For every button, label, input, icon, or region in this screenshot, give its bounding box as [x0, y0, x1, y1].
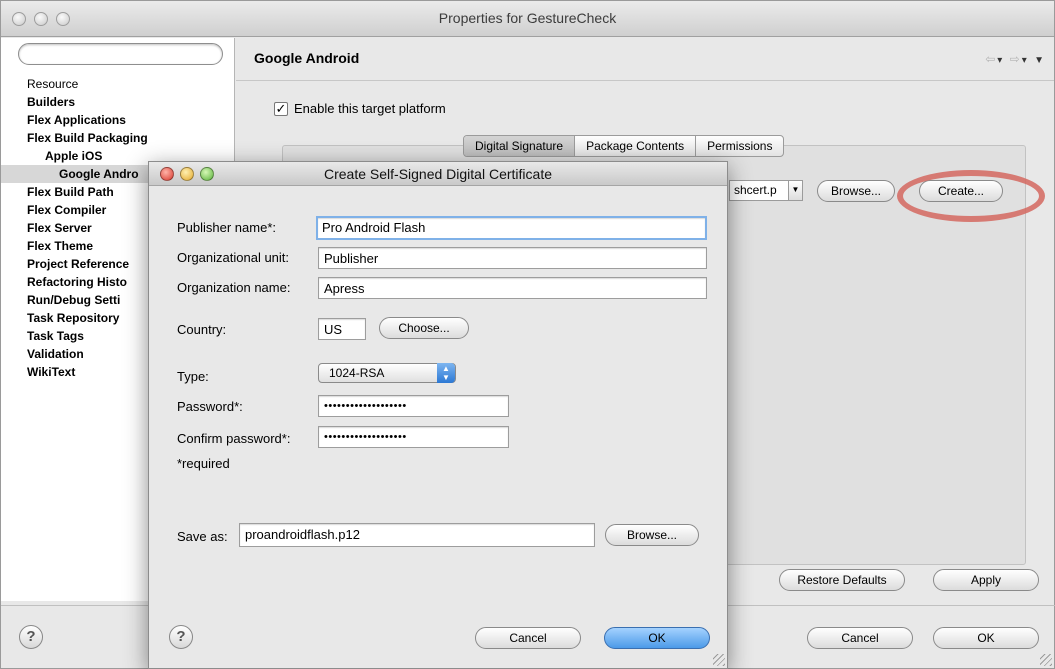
country-field[interactable]: US — [318, 318, 366, 340]
page-title: Google Android — [254, 50, 360, 66]
restore-defaults-button[interactable]: Restore Defaults — [779, 569, 905, 591]
tree-item-builders[interactable]: Builders — [27, 93, 232, 111]
cancel-button[interactable]: Cancel — [807, 627, 913, 649]
create-certificate-dialog: Create Self-Signed Digital Certificate P… — [148, 161, 728, 669]
organizational-unit-field[interactable]: Publisher — [318, 247, 707, 269]
select-stepper-icon[interactable]: ▲ ▼ — [437, 363, 455, 383]
tree-item-label: Flex Compiler — [27, 203, 107, 217]
organization-name-field[interactable]: Apress — [318, 277, 707, 299]
password-field[interactable]: ••••••••••••••••••• — [318, 395, 509, 417]
publisher-name-field[interactable]: Pro Android Flash — [316, 216, 707, 240]
tree-item-resource[interactable]: ▶Resource — [27, 75, 232, 93]
tab-digital-signature[interactable]: Digital Signature — [464, 136, 576, 156]
password-label: Password*: — [177, 399, 243, 414]
back-menu-icon[interactable]: ▾ — [997, 55, 1004, 66]
choose-country-button[interactable]: Choose... — [379, 317, 469, 339]
browse-certificate-button[interactable]: Browse... — [817, 180, 895, 202]
tree-item-label: Flex Build Path — [27, 185, 114, 199]
enable-platform-checkbox[interactable]: ✓ — [274, 101, 288, 116]
type-label: Type: — [177, 369, 209, 384]
dialog-cancel-button[interactable]: Cancel — [475, 627, 581, 649]
help-icon[interactable]: ? — [19, 625, 43, 649]
tab-permissions[interactable]: Permissions — [696, 136, 783, 156]
tree-item-label: Flex Theme — [27, 239, 94, 253]
certificate-value: shcert.p — [734, 183, 777, 197]
tab-bar: Digital Signature Package Contents Permi… — [463, 135, 785, 157]
tree-item-label: Builders — [27, 95, 76, 109]
tree-item-label: Task Tags — [27, 329, 84, 343]
tree-item-label: Task Repository — [27, 311, 120, 325]
tree-item-label: Refactoring Histo — [27, 275, 128, 289]
filter-input[interactable] — [18, 43, 223, 65]
window-titlebar: Properties for GestureCheck — [1, 1, 1054, 37]
tree-item-label: Flex Build Packaging — [27, 131, 148, 145]
tree-item-flex-build-packaging[interactable]: ▼Flex Build Packaging — [27, 129, 232, 147]
confirm-password-field[interactable]: ••••••••••••••••••• — [318, 426, 509, 448]
tree-item-label: Validation — [27, 347, 84, 361]
tree-item-label: Resource — [27, 77, 79, 91]
dialog-resize-grip-icon[interactable] — [713, 654, 725, 666]
enable-platform-label[interactable]: Enable this target platform — [294, 101, 446, 116]
forward-menu-icon[interactable]: ▾ — [1022, 55, 1029, 66]
resize-grip-icon[interactable] — [1040, 654, 1052, 666]
tab-package-contents[interactable]: Package Contents — [575, 136, 697, 156]
title-divider — [236, 80, 1054, 81]
confirm-password-label: Confirm password*: — [177, 431, 291, 446]
dropdown-arrow-icon[interactable]: ▼ — [788, 181, 802, 200]
page-nav: ⇦▾ ⇨▾ ▼ — [985, 52, 1046, 66]
ok-button[interactable]: OK — [933, 627, 1039, 649]
browse-save-location-button[interactable]: Browse... — [605, 524, 699, 546]
tree-item-label: Project Reference — [27, 257, 130, 271]
tree-item-label: Google Andro — [59, 167, 139, 181]
tree-item-flex-applications[interactable]: Flex Applications — [27, 111, 232, 129]
dialog-help-icon[interactable]: ? — [169, 625, 193, 649]
save-as-field[interactable]: proandroidflash.p12 — [239, 523, 595, 547]
save-as-label: Save as: — [177, 529, 228, 544]
back-arrow-icon[interactable]: ⇦ — [985, 52, 997, 66]
highlight-circle — [897, 170, 1045, 222]
dialog-title: Create Self-Signed Digital Certificate — [324, 166, 552, 182]
certificate-combo[interactable]: shcert.p ▼ — [729, 180, 803, 201]
tree-item-label: WikiText — [27, 365, 76, 379]
apply-button[interactable]: Apply — [933, 569, 1039, 591]
tree-item-label: Run/Debug Setti — [27, 293, 121, 307]
organization-name-label: Organization name: — [177, 280, 291, 295]
tree-item-label: Apple iOS — [45, 149, 103, 163]
required-note: *required — [177, 456, 230, 471]
forward-arrow-icon[interactable]: ⇨ — [1010, 52, 1022, 66]
key-type-select[interactable]: 1024-RSA ▲ ▼ — [318, 363, 456, 383]
dialog-titlebar: Create Self-Signed Digital Certificate — [149, 162, 727, 186]
window-title: Properties for GestureCheck — [438, 10, 617, 26]
dialog-ok-button[interactable]: OK — [604, 627, 710, 649]
tree-item-label: Flex Applications — [27, 113, 126, 127]
organizational-unit-label: Organizational unit: — [177, 250, 290, 265]
enable-platform-row: ✓ Enable this target platform — [274, 101, 446, 116]
view-menu-icon[interactable]: ▼ — [1034, 55, 1046, 66]
key-type-value: 1024-RSA — [329, 366, 385, 380]
country-label: Country: — [177, 322, 227, 337]
tree-item-label: Flex Server — [27, 221, 92, 235]
publisher-name-label: Publisher name*: — [177, 220, 276, 235]
